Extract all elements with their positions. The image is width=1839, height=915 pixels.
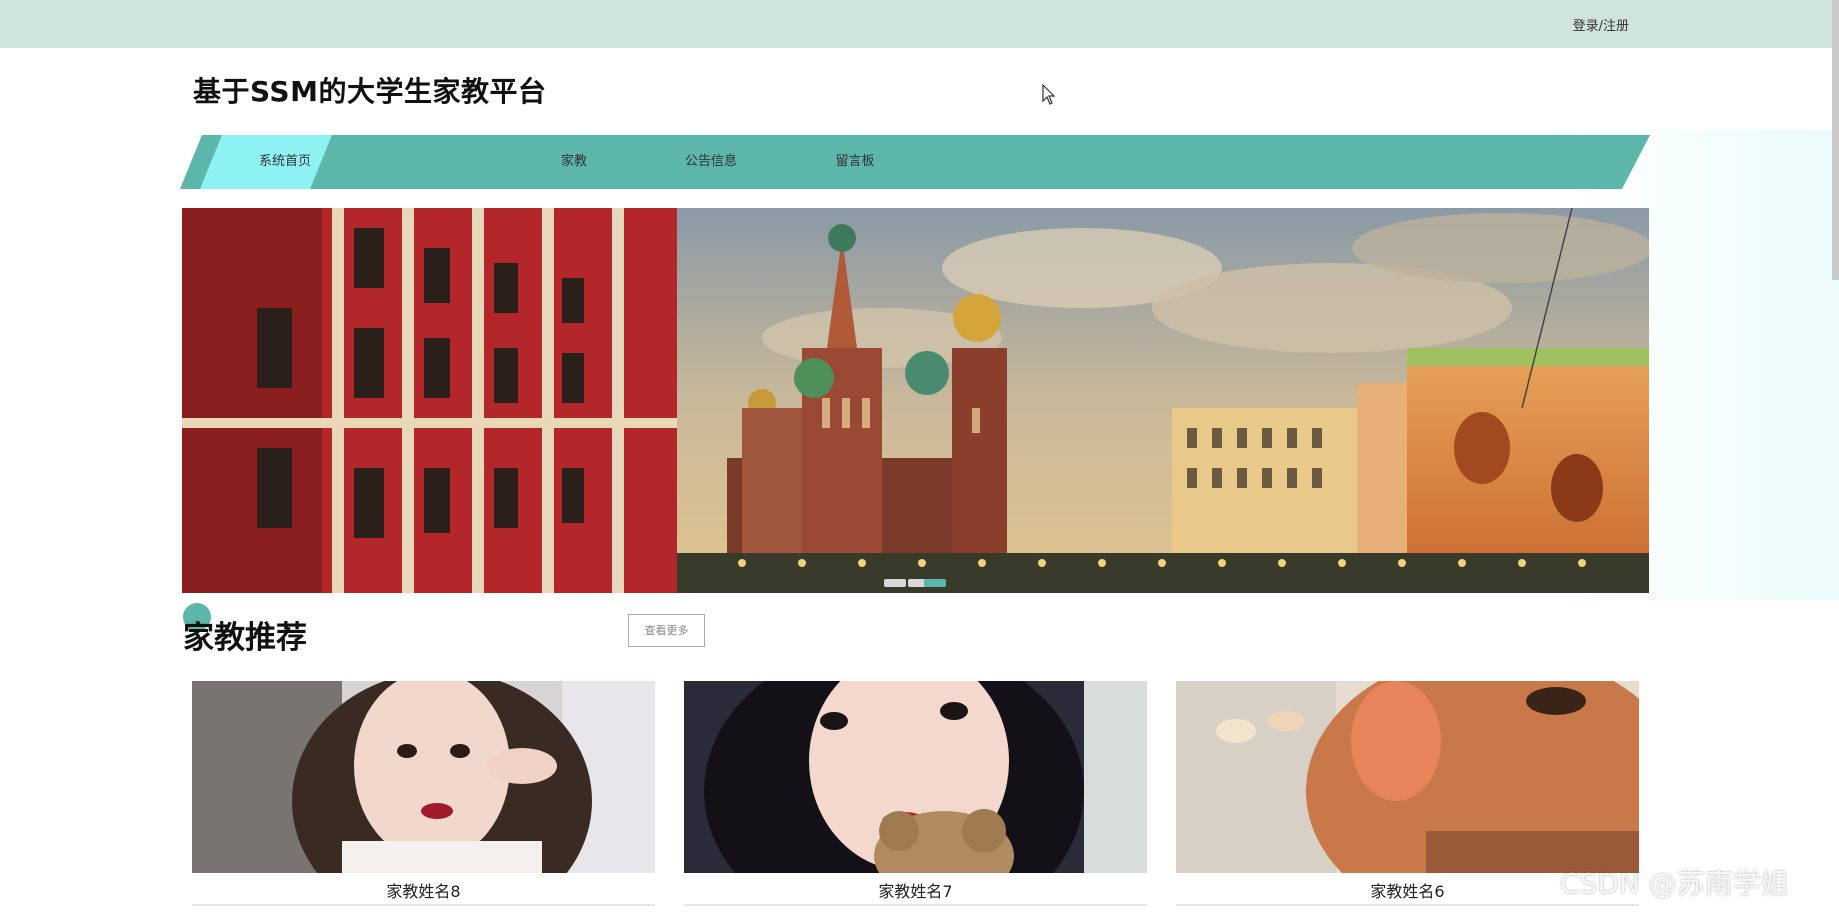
tutor-card-2[interactable]: 家教姓名7 <box>684 681 1147 915</box>
banner-dot-1[interactable] <box>884 579 906 587</box>
banner-image <box>182 208 1649 593</box>
login-register-link[interactable]: 登录/注册 <box>1573 15 1629 34</box>
nav-background <box>180 135 1650 189</box>
card-divider <box>1176 904 1639 906</box>
site-title: 基于SSM的大学生家教平台 <box>193 75 547 108</box>
tutor-photo-3 <box>1176 681 1639 873</box>
card-divider <box>684 904 1147 906</box>
tutor-photo-1 <box>192 681 655 873</box>
nav-item-home[interactable]: 系统首页 <box>235 135 335 189</box>
nav-item-notice[interactable]: 公告信息 <box>661 135 761 189</box>
card-divider <box>192 904 655 906</box>
nav-item-tutor[interactable]: 家教 <box>524 135 624 189</box>
tutor-name-1: 家教姓名8 <box>386 882 461 901</box>
tutor-card-1[interactable]: 家教姓名8 <box>192 681 655 915</box>
csdn-watermark: CSDN @苏南学姐 <box>1560 867 1789 900</box>
nav-item-message-board[interactable]: 留言板 <box>805 135 905 189</box>
top-bar: 登录/注册 <box>0 0 1839 48</box>
tutor-photo-2 <box>684 681 1147 873</box>
banner-dot-3[interactable] <box>924 579 946 587</box>
main-nav: 系统首页 家教 公告信息 留言板 <box>180 135 1650 189</box>
page-scrollbar[interactable] <box>1832 0 1839 280</box>
section-title: 家教推荐 <box>183 620 307 656</box>
tutor-name-2: 家教姓名7 <box>878 882 953 901</box>
view-more-button[interactable]: 查看更多 <box>628 614 705 647</box>
banner-carousel[interactable] <box>182 208 1649 593</box>
mouse-cursor-icon <box>1042 84 1056 105</box>
